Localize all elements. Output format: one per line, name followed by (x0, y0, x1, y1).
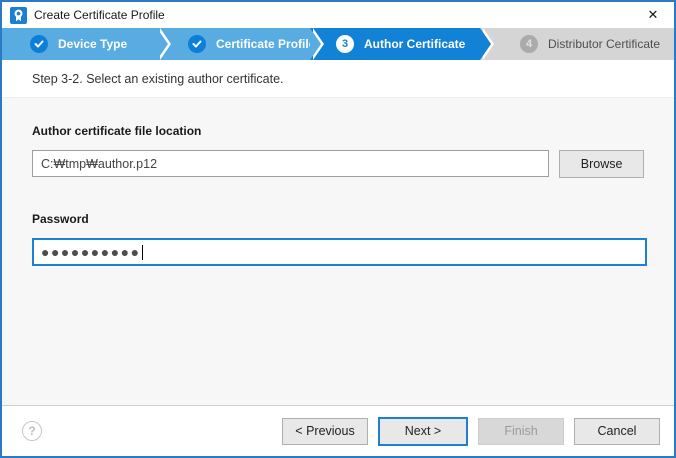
wizard-step-device-type: Device Type (2, 28, 160, 60)
content-area: Author certificate file location Browse … (2, 98, 674, 405)
certificate-badge-icon (10, 7, 27, 24)
password-label: Password (32, 212, 644, 226)
chevron-separator (480, 28, 491, 60)
window-title: Create Certificate Profile (34, 8, 165, 22)
step-description: Step 3-2. Select an existing author cert… (2, 60, 674, 98)
title-bar[interactable]: Create Certificate Profile ✕ (2, 2, 674, 28)
wizard-step-author-certificate: 3 Author Certificate (310, 28, 480, 60)
wizard-step-label: Certificate Profile (216, 37, 315, 51)
step-number-badge: 3 (336, 35, 354, 53)
password-masked-value: ●●●●●●●●●● (41, 245, 141, 259)
browse-button[interactable]: Browse (559, 150, 644, 178)
wizard-step-label: Author Certificate (364, 37, 465, 51)
previous-button[interactable]: < Previous (282, 418, 368, 445)
chevron-separator (310, 28, 321, 60)
next-button[interactable]: Next > (378, 417, 468, 446)
file-location-row: Browse (32, 150, 644, 178)
cancel-button[interactable]: Cancel (574, 418, 660, 445)
help-icon[interactable]: ? (22, 421, 42, 441)
footer-bar: ? < Previous Next > Finish Cancel (2, 405, 674, 456)
wizard-step-label: Device Type (58, 37, 127, 51)
wizard-step-bar: Device Type Certificate Profile 3 Author… (2, 28, 674, 60)
wizard-step-label: Distributor Certificate (548, 37, 660, 51)
create-certificate-profile-dialog: Create Certificate Profile ✕ Device Type… (0, 0, 676, 458)
close-icon[interactable]: ✕ (640, 4, 666, 26)
wizard-step-certificate-profile: Certificate Profile (160, 28, 310, 60)
file-location-label: Author certificate file location (32, 124, 644, 138)
wizard-step-distributor-certificate: 4 Distributor Certificate (480, 28, 674, 60)
file-location-input[interactable] (32, 150, 549, 177)
dialog-button-group: < Previous Next > Finish Cancel (282, 417, 660, 446)
step-number-badge: 4 (520, 35, 538, 53)
check-icon (30, 35, 48, 53)
text-caret (142, 245, 143, 260)
password-input[interactable]: ●●●●●●●●●● (32, 238, 647, 266)
finish-button[interactable]: Finish (478, 418, 564, 445)
check-icon (188, 35, 206, 53)
chevron-separator (157, 28, 168, 60)
